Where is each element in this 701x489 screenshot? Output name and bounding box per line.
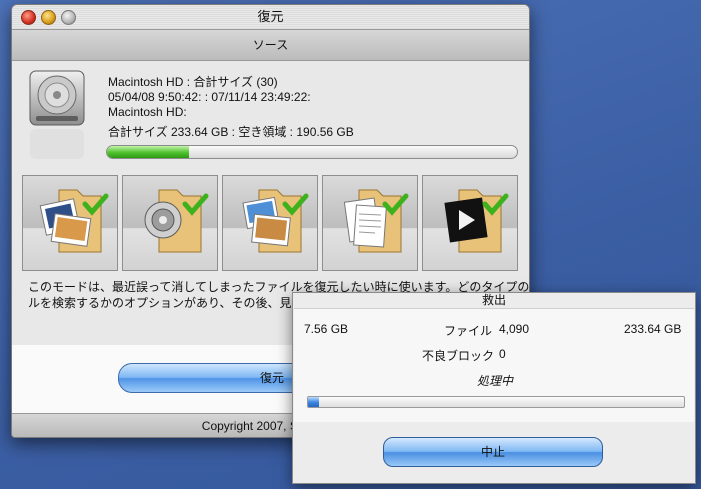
file-type-audio[interactable] [122, 175, 218, 271]
rescue-dialog-title: 救出 [481, 293, 506, 307]
file-type-documents[interactable] [322, 175, 418, 271]
bad-blocks-label: 不良ブロック [422, 349, 495, 363]
images-folder-icon [242, 189, 309, 253]
processing-status: 処理中 [477, 374, 514, 388]
drive-mount-line: Macintosh HD: [108, 105, 187, 119]
audio-folder-icon [144, 189, 209, 253]
file-type-images[interactable] [222, 175, 318, 271]
video-folder-icon [444, 189, 509, 253]
zoom-button[interactable] [61, 10, 76, 25]
file-type-photos[interactable] [22, 175, 118, 271]
scanned-size: 7.56 GB [304, 322, 349, 336]
total-size: 233.64 GB [624, 322, 682, 336]
files-count: 4,090 [499, 322, 530, 336]
drive-info: Macintosh HD : 合計サイズ (30) 05/04/08 9:50:… [108, 75, 311, 120]
drive-usage-fill [107, 146, 189, 158]
hard-drive-icon [29, 70, 85, 159]
rescue-dialog: 救出 7.56 GB ファイル 4,090 233.64 GB 不良ブロック 0… [292, 292, 696, 484]
bad-blocks-count: 0 [499, 347, 506, 361]
drive-capacity-line: 合計サイズ 233.64 GB : 空き領域 : 190.56 GB [108, 125, 354, 139]
file-type-video[interactable] [422, 175, 518, 271]
rescue-progress-bar [307, 396, 685, 408]
files-label: ファイル [444, 324, 493, 338]
close-button[interactable] [21, 10, 36, 25]
drive-date-line: 05/04/08 9:50:42: : 07/11/14 23:49:22: [108, 90, 311, 104]
stop-button[interactable]: 中止 [383, 437, 603, 467]
window-title: 復元 [257, 9, 284, 24]
drive-name-line: Macintosh HD : 合計サイズ (30) [108, 75, 278, 89]
rescue-progress-fill [308, 397, 320, 407]
file-type-selector [22, 175, 522, 271]
drive-usage-bar [106, 145, 518, 159]
source-section-header: ソース [12, 30, 529, 61]
documents-folder-icon [343, 189, 409, 253]
window-titlebar[interactable]: 復元 [12, 5, 529, 30]
minimize-button[interactable] [41, 10, 56, 25]
photos-folder-icon [39, 189, 109, 253]
